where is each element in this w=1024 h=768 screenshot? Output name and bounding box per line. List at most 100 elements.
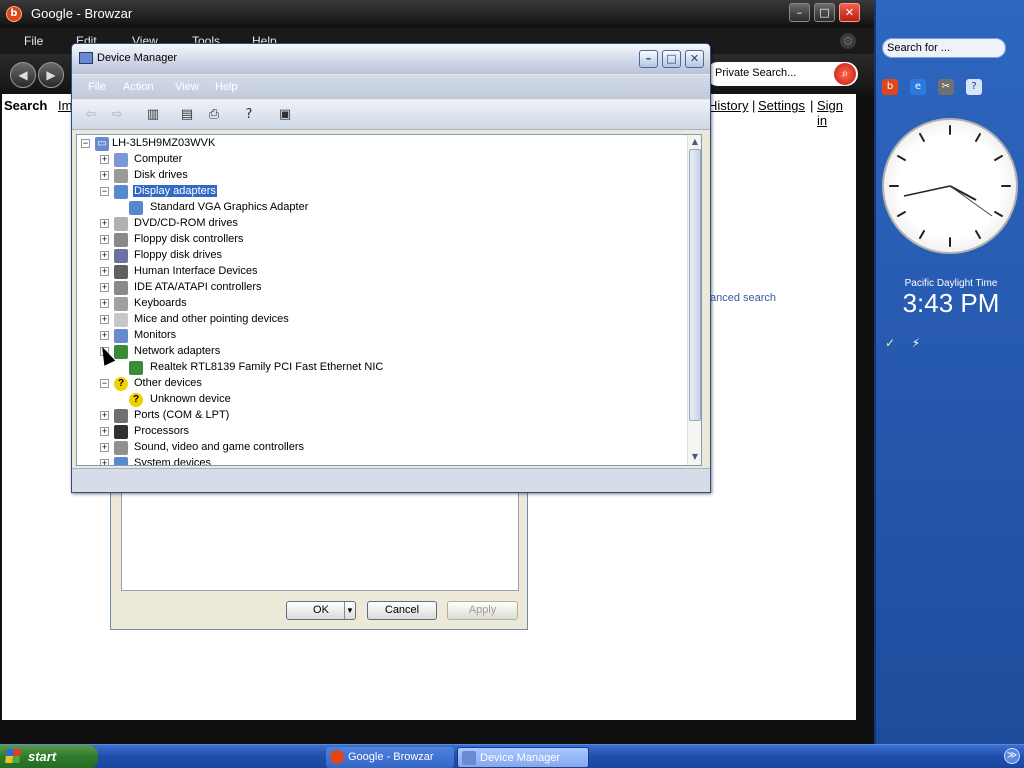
tree-item-label: IDE ATA/ATAPI controllers	[134, 281, 262, 293]
expand-icon[interactable]: +	[100, 459, 109, 465]
dm-status-bar	[72, 468, 710, 492]
maximize-button[interactable]: □	[814, 3, 835, 22]
sound-icon	[114, 441, 128, 455]
forward-arrow-icon[interactable]: ⇨	[108, 106, 126, 123]
dm-maximize-button[interactable]: □	[662, 50, 681, 68]
taskbar-item-browser[interactable]: Google - Browzar	[326, 747, 454, 768]
clock-tick-mark	[897, 211, 906, 217]
tree-item-label: Mice and other pointing devices	[134, 313, 289, 325]
expand-icon[interactable]: +	[100, 219, 109, 228]
expand-icon[interactable]: +	[100, 427, 109, 436]
sidebar-search-input[interactable]: Search for ...	[887, 42, 950, 54]
expand-icon[interactable]: +	[100, 235, 109, 244]
expand-icon[interactable]: +	[100, 171, 109, 180]
private-search-input[interactable]: Private Search...	[715, 67, 796, 79]
forward-button[interactable]: ▶	[38, 62, 64, 88]
display-adapter-icon	[129, 201, 143, 215]
properties-dialog: OK ▼ Cancel Apply	[110, 488, 528, 630]
device-manager-title: Device Manager	[97, 52, 178, 64]
taskbar-item-device-manager[interactable]: Device Manager	[457, 747, 589, 768]
dm-menu-action[interactable]: Action	[123, 81, 154, 93]
tree-item-label: Unknown device	[150, 393, 231, 405]
computer-icon	[114, 153, 128, 167]
dm-minimize-button[interactable]: –	[639, 50, 658, 68]
unknown-device-icon: ?	[129, 393, 143, 407]
scroll-down-icon[interactable]: ▼	[689, 451, 701, 463]
expand-icon[interactable]: +	[100, 283, 109, 292]
expand-icon[interactable]: +	[100, 315, 109, 324]
clock-tick-mark	[994, 211, 1003, 217]
settings-gear-icon[interactable]: ⚙	[840, 33, 856, 49]
display-adapter-icon	[114, 185, 128, 199]
expand-icon[interactable]: +	[100, 267, 109, 276]
scroll-up-icon[interactable]: ▲	[689, 136, 701, 148]
print-icon[interactable]: ⎙	[205, 106, 223, 123]
collapse-root-icon[interactable]: −	[81, 139, 90, 148]
back-arrow-icon[interactable]: ⇦	[82, 106, 100, 123]
tools-gadget-icon[interactable]: ✂	[938, 79, 954, 95]
apply-button[interactable]: Apply	[447, 601, 518, 620]
search-go-icon[interactable]: ⌕	[834, 63, 856, 85]
search-link[interactable]: Search	[4, 98, 47, 113]
start-button[interactable]: start	[0, 745, 98, 768]
help-gadget-icon[interactable]: ?	[966, 79, 982, 95]
ok-button[interactable]: OK ▼	[286, 601, 356, 620]
tree-item-label: Standard VGA Graphics Adapter	[150, 201, 309, 213]
taskbar: start Google - Browzar Device Manager ≫	[0, 744, 1024, 768]
collapse-icon[interactable]: −	[100, 187, 109, 196]
show-hide-tree-icon[interactable]: ▥	[144, 106, 162, 123]
browser-title: Google - Browzar	[31, 6, 133, 21]
history-link[interactable]: History	[708, 98, 748, 113]
settings-link[interactable]: Settings	[758, 98, 805, 113]
dm-menu-view[interactable]: View	[175, 81, 199, 93]
menu-file[interactable]: File	[24, 34, 43, 48]
check-tray-icon[interactable]: ✓	[882, 335, 898, 351]
expand-icon[interactable]: +	[100, 331, 109, 340]
close-button[interactable]: ✕	[839, 3, 860, 22]
ok-dropdown-arrow-icon[interactable]: ▼	[344, 602, 355, 619]
tray-chevron-icon[interactable]: ≫	[1004, 748, 1020, 764]
properties-icon[interactable]: ▤	[178, 106, 196, 123]
minimize-button[interactable]: –	[789, 3, 810, 22]
dm-menu-help[interactable]: Help	[215, 81, 238, 93]
device-manager-window: Device Manager – □ ✕ File Action View He…	[71, 43, 711, 493]
advanced-search-link[interactable]: anced search	[710, 292, 776, 304]
cancel-button[interactable]: Cancel	[367, 601, 437, 620]
help-icon[interactable]: ?	[240, 106, 258, 123]
browser-title-bar[interactable]: b Google - Browzar – □ ✕	[0, 0, 874, 28]
dm-menu-bar: File Action View Help	[72, 75, 710, 99]
device-manager-task-icon	[462, 751, 476, 765]
expand-icon[interactable]: +	[100, 155, 109, 164]
collapse-icon[interactable]: −	[100, 379, 109, 388]
tree-item-label: Processors	[134, 425, 190, 437]
expand-icon[interactable]: +	[100, 443, 109, 452]
keyboard-icon	[114, 297, 128, 311]
clock-tick-mark	[994, 155, 1003, 161]
device-tree: − ▭ LH-3L5H9MZ03WVK + Computer + Disk drive…	[76, 134, 702, 466]
dm-menu-file[interactable]: File	[88, 81, 106, 93]
tree-item-label: Other devices	[134, 377, 202, 389]
scroll-thumb[interactable]	[689, 149, 701, 421]
floppy-drive-icon	[114, 249, 128, 263]
clock-second-hand	[949, 185, 993, 217]
tree-scrollbar[interactable]: ▲ ▼	[687, 135, 701, 465]
device-manager-title-bar[interactable]: Device Manager – □ ✕	[72, 44, 710, 74]
ie-gadget-icon[interactable]: e	[910, 79, 926, 95]
back-button[interactable]: ◀	[10, 62, 36, 88]
expand-icon[interactable]: +	[100, 299, 109, 308]
sidebar-search-box[interactable]: Search for ...	[882, 38, 1006, 58]
dm-close-button[interactable]: ✕	[685, 50, 704, 68]
sign-in-link[interactable]: Sign in	[817, 98, 856, 128]
clock-tick-mark	[897, 155, 906, 161]
network-tray-icon[interactable]: ⚡	[908, 335, 924, 351]
private-search-box[interactable]: Private Search... ⌕	[706, 62, 858, 86]
expand-icon[interactable]: +	[100, 251, 109, 260]
expand-icon[interactable]: +	[100, 411, 109, 420]
monitor-icon	[114, 329, 128, 343]
tree-item-label: Network adapters	[134, 345, 221, 357]
browzar-gadget-icon[interactable]: b	[882, 79, 898, 95]
scan-hardware-icon[interactable]: ▣	[276, 106, 294, 123]
processor-icon	[114, 425, 128, 439]
port-icon	[114, 409, 128, 423]
browzar-task-icon	[330, 750, 344, 764]
